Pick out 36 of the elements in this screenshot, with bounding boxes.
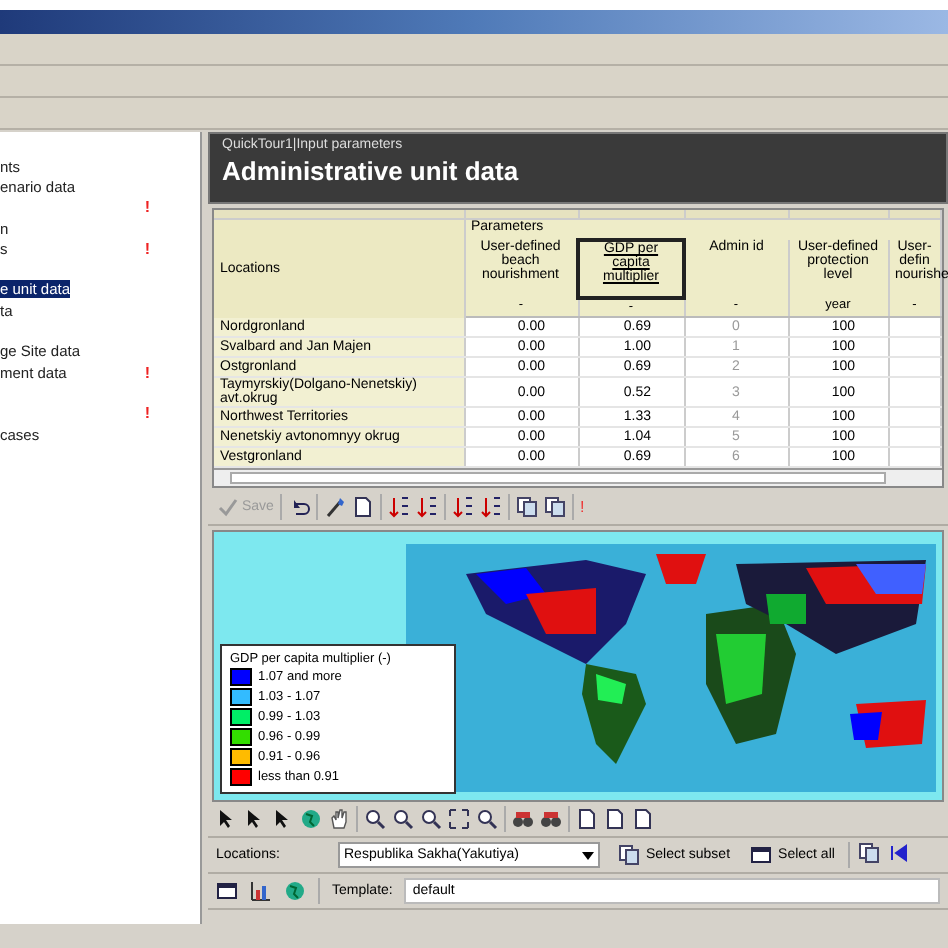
zoom-icon[interactable]: [476, 808, 498, 830]
warning-mark: !: [144, 239, 150, 258]
binoculars-icon[interactable]: [540, 808, 562, 830]
dropdown-caret-icon[interactable]: [582, 851, 594, 859]
warning-mark: !: [144, 404, 150, 423]
copy-icon[interactable]: [858, 842, 881, 864]
sort-icon[interactable]: [451, 495, 474, 517]
warning-mark: !: [144, 363, 150, 382]
document-icon[interactable]: [632, 808, 654, 830]
warning-mark: !: [144, 198, 150, 217]
globe-icon[interactable]: [284, 880, 306, 902]
copy-icon: [618, 844, 640, 866]
document-icon[interactable]: [576, 808, 598, 830]
window-icon: [750, 844, 773, 866]
fit-icon[interactable]: [448, 808, 470, 830]
hand-icon[interactable]: [328, 808, 350, 830]
zoom-icon[interactable]: [392, 808, 414, 830]
wand-icon[interactable]: [323, 495, 346, 517]
document-icon[interactable]: [351, 495, 374, 517]
window-icon[interactable]: [216, 880, 238, 902]
warning-icon: !: [579, 497, 585, 515]
sort-icon[interactable]: [415, 495, 438, 517]
document-icon[interactable]: [604, 808, 626, 830]
zoom-icon[interactable]: [420, 808, 442, 830]
first-icon[interactable]: [888, 842, 911, 864]
sort-icon[interactable]: [387, 495, 410, 517]
check-icon: [216, 495, 238, 517]
bar-chart-icon[interactable]: [250, 880, 272, 902]
binoculars-icon[interactable]: [512, 808, 534, 830]
copy-icon[interactable]: [543, 495, 566, 517]
globe-icon[interactable]: [300, 808, 322, 830]
panel-title: Administrative unit data: [222, 156, 521, 186]
horizontal-scrollbar[interactable]: [214, 468, 942, 486]
zoom-icon[interactable]: [364, 808, 386, 830]
sort-icon[interactable]: [479, 495, 502, 517]
copy-icon[interactable]: [515, 495, 538, 517]
